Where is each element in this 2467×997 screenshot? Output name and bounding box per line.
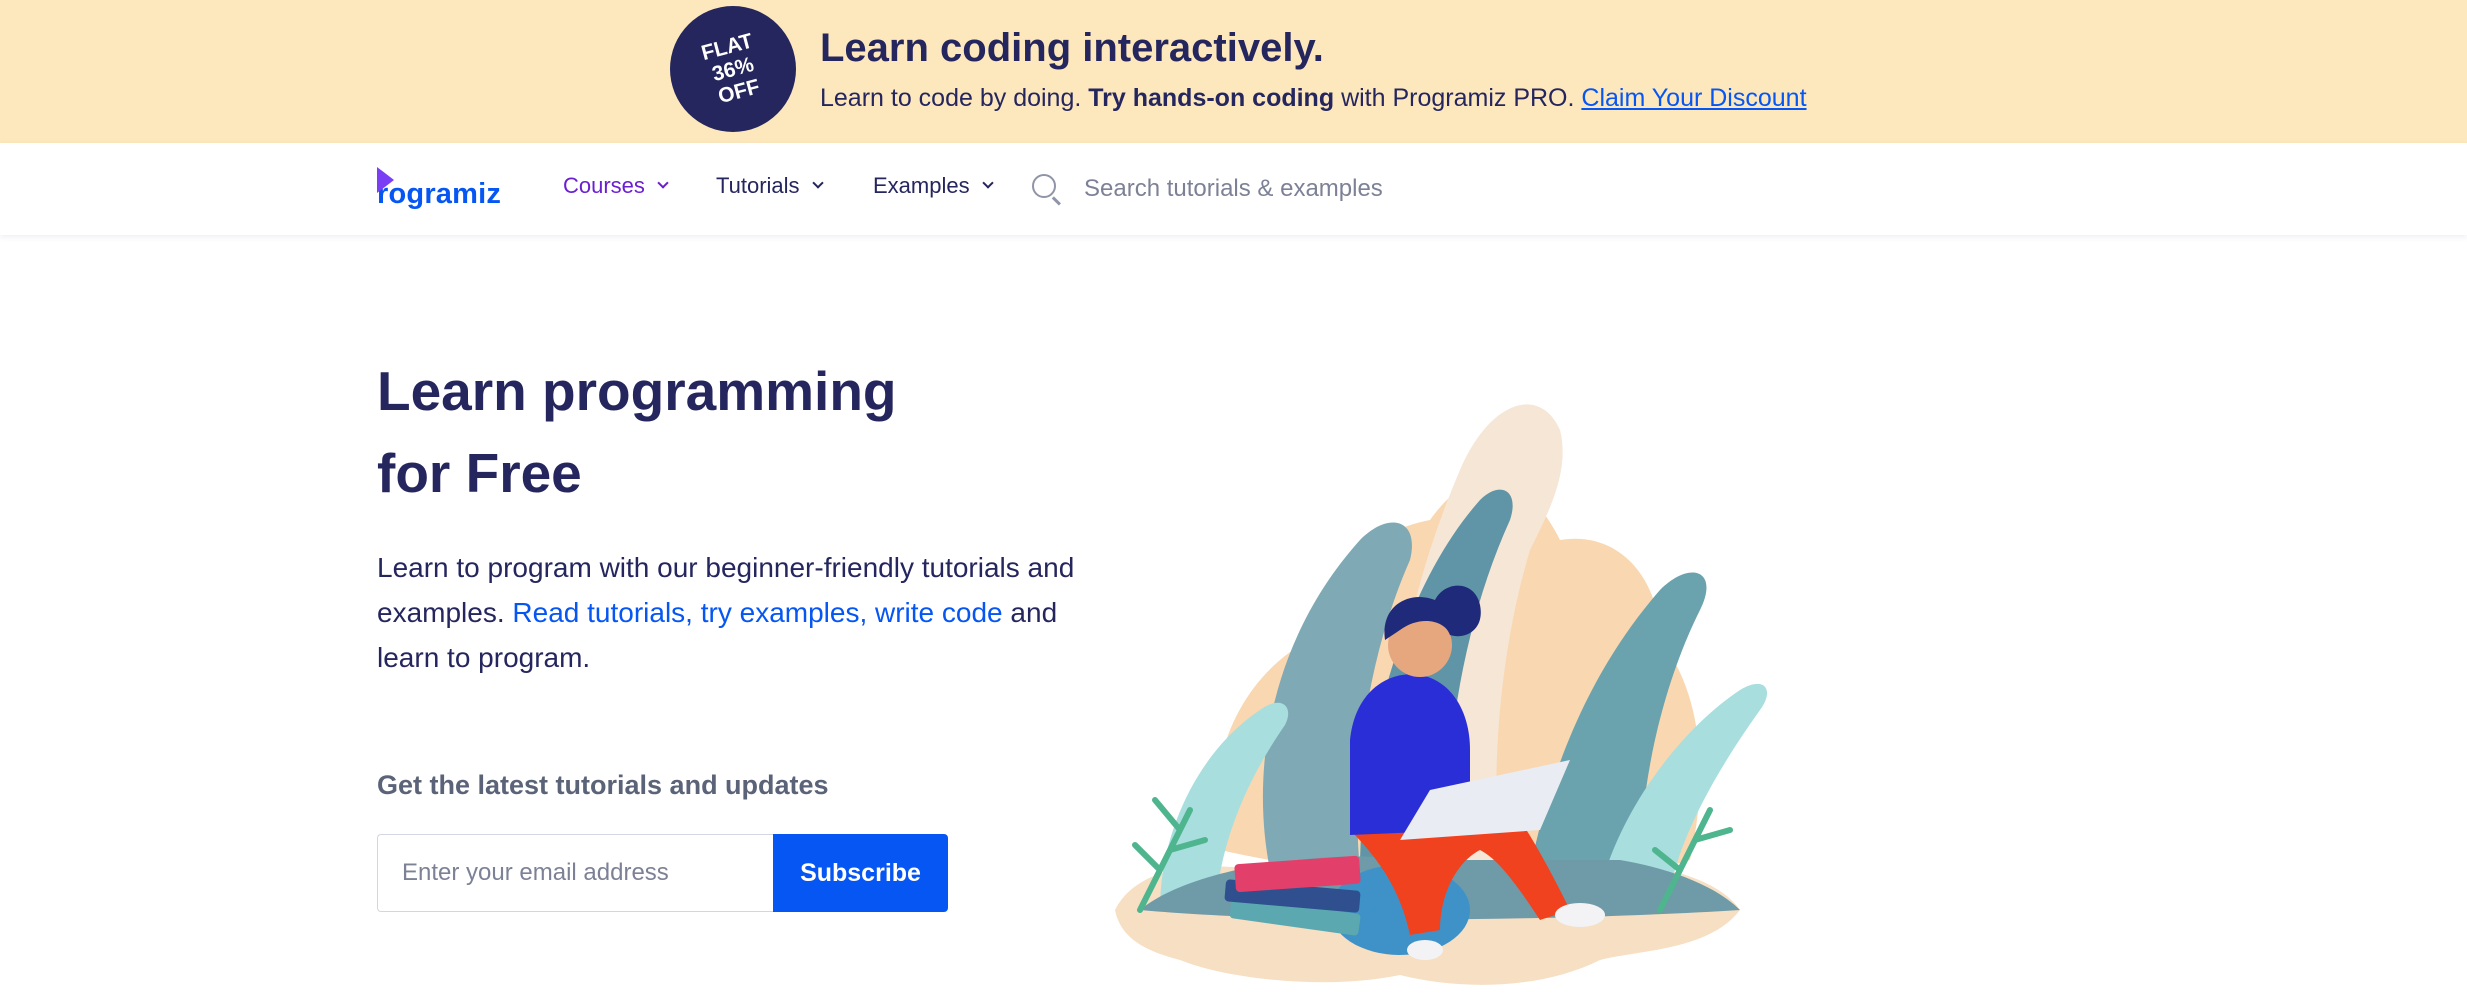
hero-description: Learn to program with our beginner-frien… [377,545,1077,680]
discount-badge: FLAT 36% OFF [670,6,796,132]
claim-discount-link[interactable]: Claim Your Discount [1581,84,1806,112]
banner-subtitle-mid: with Programiz PRO. [1341,84,1575,112]
read-tutorials-link[interactable]: Read tutorials, [512,597,693,628]
newsletter-title: Get the latest tutorials and updates [377,770,829,800]
banner-subtitle-bold: Try hands-on coding [1088,84,1335,112]
chevron-down-icon [981,177,994,189]
discount-badge-text: FLAT 36% OFF [698,28,763,108]
write-code-link[interactable]: write code [875,597,1003,628]
hero-illustration [1115,404,1768,985]
nav-tutorials[interactable]: Tutorials [716,173,824,199]
subscribe-button[interactable]: Subscribe [773,834,948,912]
shoe-right [1555,903,1605,927]
try-examples-link[interactable]: try examples, [701,597,868,628]
nav-courses[interactable]: Courses [563,173,669,199]
programiz-logo-icon [377,167,394,193]
search-input[interactable] [1082,174,1522,204]
hero-title-line1: Learn programming [377,360,897,422]
nav-examples[interactable]: Examples [873,173,994,199]
nav-examples-label: Examples [873,173,970,198]
nav-courses-label: Courses [563,173,645,198]
banner-subtitle-lead: Learn to code by doing. [820,84,1082,112]
programiz-logo[interactable]: rogramiz [377,163,501,211]
banner-subtitle: Learn to code by doing. Try hands-on cod… [820,84,1807,113]
shoe-left [1407,940,1443,960]
hero-title-line2: for Free [377,442,582,504]
nav-tutorials-label: Tutorials [716,173,800,198]
chevron-down-icon [811,177,824,189]
search-icon[interactable] [1030,172,1064,206]
hero-title: Learn programming for Free [377,350,1077,514]
promo-banner: FLAT 36% OFF Learn coding interactively.… [0,0,2467,143]
logo-text: rogramiz [377,178,502,210]
top-navbar: rogramiz Courses Tutorials Examples [0,143,2467,235]
chevron-down-icon [657,177,669,189]
email-field[interactable] [377,834,773,912]
banner-title: Learn coding interactively. [820,26,1324,70]
search-bar [1030,167,1550,211]
